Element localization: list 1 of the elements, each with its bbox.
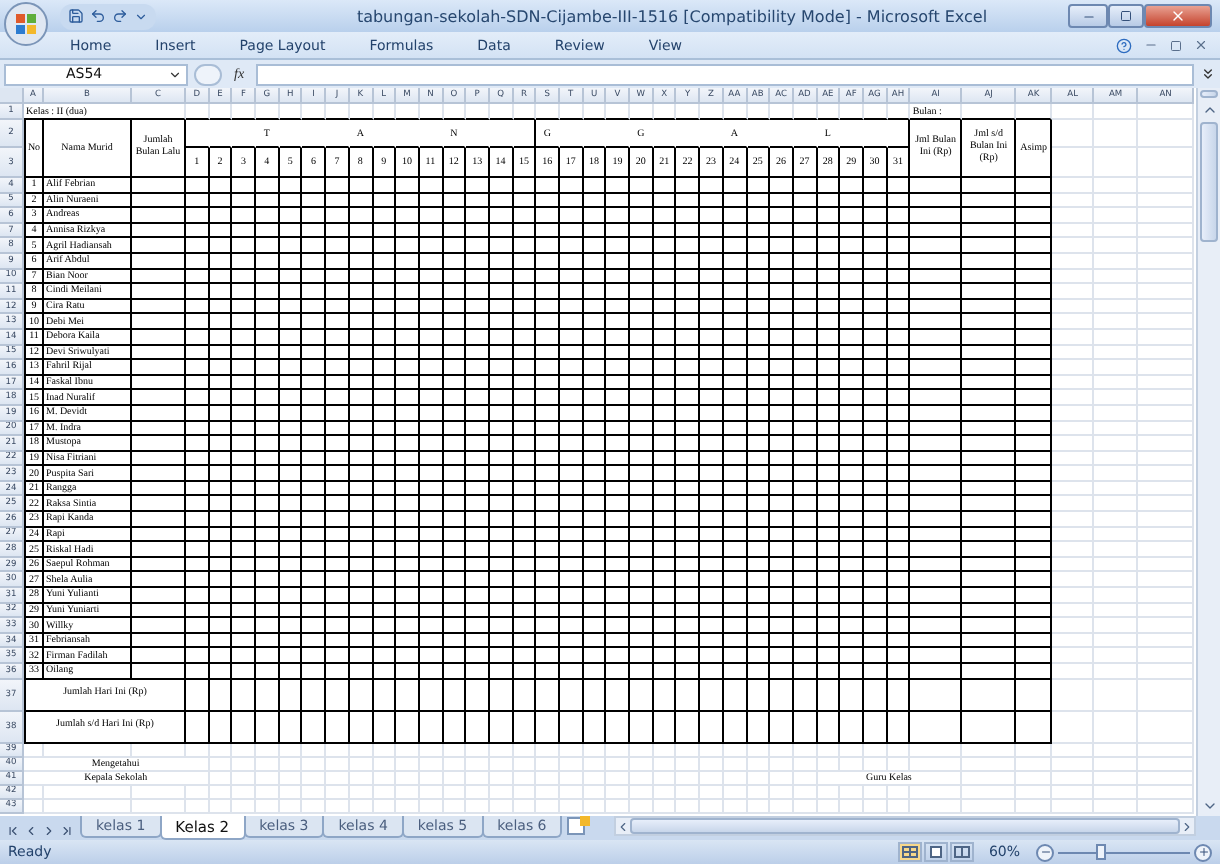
window-title: tabungan-sekolah-SDN-Cijambe-III-1516 [Compatibility Mode] - Microsoft Excel (354, 7, 990, 25)
